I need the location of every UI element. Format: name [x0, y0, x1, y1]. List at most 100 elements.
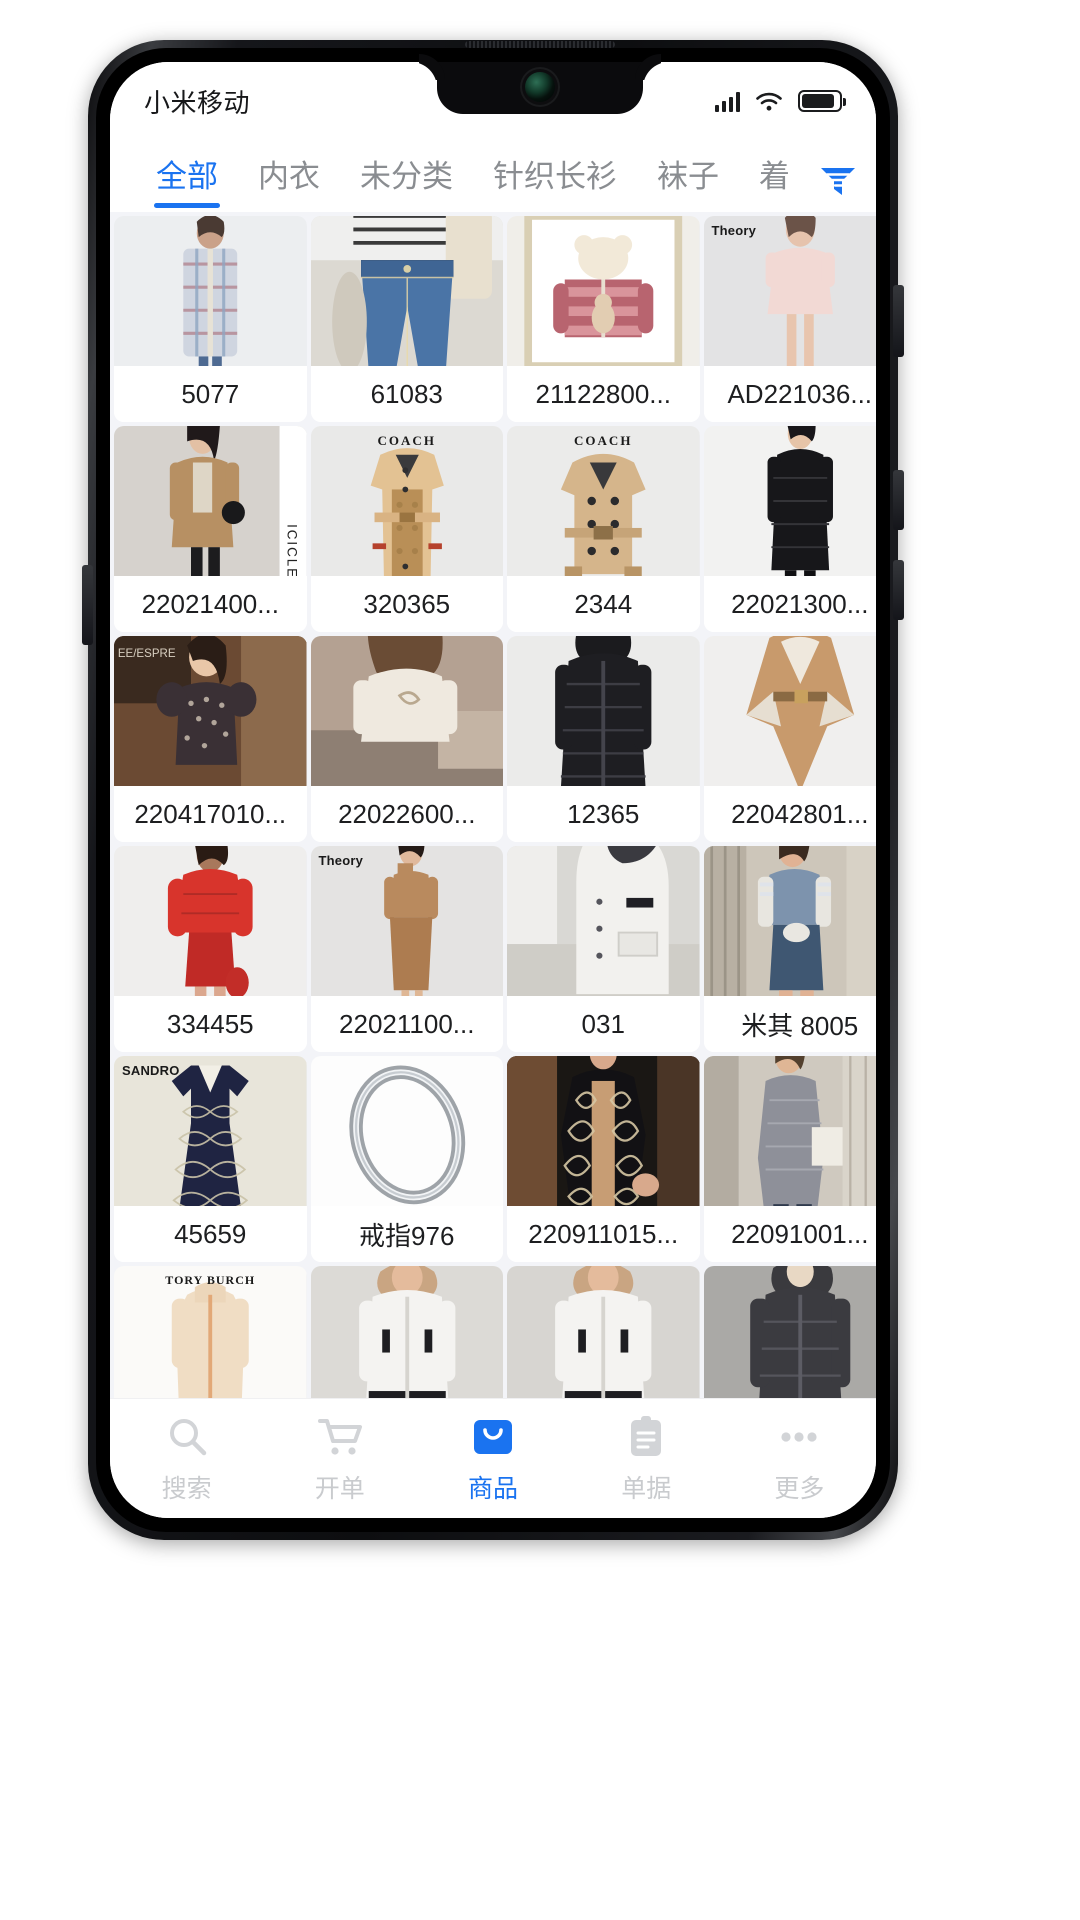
product-thumbnail[interactable] — [703, 636, 876, 786]
svg-text:EE/ESPRE: EE/ESPRE — [118, 648, 176, 660]
tab-underwear[interactable]: 内衣 — [238, 151, 340, 212]
product-thumbnail[interactable]: Theory — [310, 846, 503, 996]
product-card[interactable]: 22091001... — [703, 1056, 876, 1262]
product-thumbnail[interactable]: Theory — [703, 216, 876, 366]
nav-item-search[interactable]: 搜索 — [110, 1413, 263, 1505]
ellipsis-icon — [781, 1431, 818, 1442]
tab-all[interactable]: 全部 — [136, 151, 238, 212]
product-thumbnail[interactable] — [703, 426, 876, 576]
product-card[interactable]: 220911015... — [507, 1056, 700, 1262]
product-code: 22091001... — [703, 1206, 876, 1262]
brand-label: TORY BURCH — [165, 1273, 256, 1287]
product-card[interactable]: 031 — [507, 846, 700, 1052]
svg-text:NT BUTTER: NT BUTTER — [118, 636, 183, 637]
product-code: 戒指976 — [310, 1206, 503, 1262]
brand-label: Theory — [318, 853, 364, 868]
product-thumbnail[interactable]: TORY BURCH — [114, 1266, 307, 1398]
product-card[interactable]: TORY BURCH — [114, 1266, 307, 1398]
nav-item-receipts[interactable]: 单据 — [570, 1413, 723, 1505]
brand-label: Theory — [711, 223, 757, 238]
product-grid-scroll[interactable]: 5077 61083 21122800... Theory AD221036..… — [110, 212, 876, 1398]
product-thumbnail[interactable] — [703, 846, 876, 996]
product-code: 21122800... — [507, 366, 700, 422]
filter-button[interactable] — [800, 164, 876, 212]
product-card[interactable]: 戒指976 — [310, 1056, 503, 1262]
product-code: AD221036... — [703, 366, 876, 422]
product-card[interactable]: Theory 22021100... — [310, 846, 503, 1052]
product-thumbnail[interactable] — [114, 216, 307, 366]
product-code: 320365 — [310, 576, 503, 632]
product-code: 61083 — [310, 366, 503, 422]
shopping-bag-icon — [474, 1419, 512, 1454]
product-code: 12365 — [507, 786, 700, 842]
product-code: 2344 — [507, 576, 700, 632]
product-thumbnail[interactable]: SANDRO — [114, 1056, 307, 1206]
nav-item-more[interactable]: 更多 — [723, 1413, 876, 1505]
nav-label: 更多 — [774, 1474, 825, 1503]
svg-text:ICICLE: ICICLE — [284, 524, 299, 576]
product-thumbnail[interactable]: ICICLE — [114, 426, 307, 576]
product-card[interactable]: ICICLE 22021400... — [114, 426, 307, 632]
status-icons — [715, 89, 846, 113]
nav-label: 搜索 — [161, 1474, 212, 1503]
product-thumbnail[interactable] — [114, 846, 307, 996]
product-thumbnail[interactable]: COACH — [310, 426, 503, 576]
product-thumbnail[interactable] — [703, 1266, 876, 1398]
product-thumbnail[interactable] — [507, 1056, 700, 1206]
nav-label: 开单 — [314, 1474, 365, 1503]
product-card[interactable]: COACH 320365 — [310, 426, 503, 632]
product-code: 5077 — [114, 366, 307, 422]
product-thumbnail[interactable]: NT BUTTER EE/ESPRE — [114, 636, 307, 786]
product-thumbnail[interactable] — [703, 1056, 876, 1206]
product-card[interactable]: 334455 — [114, 846, 307, 1052]
search-icon — [169, 1418, 206, 1455]
tab-socks[interactable]: 袜子 — [637, 151, 739, 212]
product-card[interactable]: 5077 — [114, 216, 307, 422]
product-card[interactable]: 22022600... — [310, 636, 503, 842]
front-camera — [525, 72, 555, 102]
product-card[interactable]: 21122800... — [507, 216, 700, 422]
bottom-navigation: 搜索 开单 商品 单据 更多 — [110, 1398, 876, 1518]
product-thumbnail[interactable] — [507, 216, 700, 366]
product-card[interactable] — [310, 1266, 503, 1398]
product-thumbnail[interactable] — [310, 216, 503, 366]
product-card[interactable]: 22021300... — [703, 426, 876, 632]
product-card[interactable]: SANDRO 45659 — [114, 1056, 307, 1262]
nav-item-products[interactable]: 商品 — [416, 1413, 569, 1505]
product-card[interactable]: 22042801... — [703, 636, 876, 842]
product-card[interactable]: 米其 8005 — [703, 846, 876, 1052]
power-button[interactable] — [893, 560, 904, 620]
category-tab-bar: 全部 内衣 未分类 针织长衫 袜子 着 — [110, 140, 876, 212]
nav-item-create-order[interactable]: 开单 — [263, 1413, 416, 1505]
product-card[interactable] — [507, 1266, 700, 1398]
product-thumbnail[interactable] — [507, 846, 700, 996]
product-thumbnail[interactable]: COACH — [507, 426, 700, 576]
tab-uncategorized[interactable]: 未分类 — [340, 151, 473, 212]
product-thumbnail[interactable] — [310, 636, 503, 786]
product-card[interactable]: NT BUTTER EE/ESPRE — [114, 636, 307, 842]
product-code: 22042801... — [703, 786, 876, 842]
product-thumbnail[interactable] — [507, 1266, 700, 1398]
brand-label: SANDRO — [122, 1063, 180, 1078]
volume-up-button[interactable] — [893, 285, 904, 357]
battery-icon — [798, 90, 846, 112]
category-tabs: 全部 内衣 未分类 针织长衫 袜子 着 — [136, 151, 800, 212]
product-card[interactable]: COACH 2344 — [507, 426, 700, 632]
product-code: 220417010... — [114, 786, 307, 842]
product-code: 22022600... — [310, 786, 503, 842]
product-thumbnail[interactable] — [310, 1266, 503, 1398]
product-thumbnail[interactable] — [507, 636, 700, 786]
left-side-button[interactable] — [82, 565, 93, 645]
product-card[interactable]: Theory AD221036... — [703, 216, 876, 422]
volume-down-button[interactable] — [893, 470, 904, 530]
tab-knit-cardigan[interactable]: 针织长衫 — [473, 151, 637, 212]
product-card[interactable] — [703, 1266, 876, 1398]
filter-funnel-icon — [821, 168, 855, 195]
product-card[interactable]: 61083 — [310, 216, 503, 422]
carrier-name: 小米移动 — [144, 87, 251, 118]
product-card[interactable]: 12365 — [507, 636, 700, 842]
shopping-cart-icon — [317, 1418, 362, 1455]
nav-label: 单据 — [621, 1474, 672, 1503]
tab-partial[interactable]: 着 — [739, 151, 800, 212]
product-thumbnail[interactable] — [310, 1056, 503, 1206]
